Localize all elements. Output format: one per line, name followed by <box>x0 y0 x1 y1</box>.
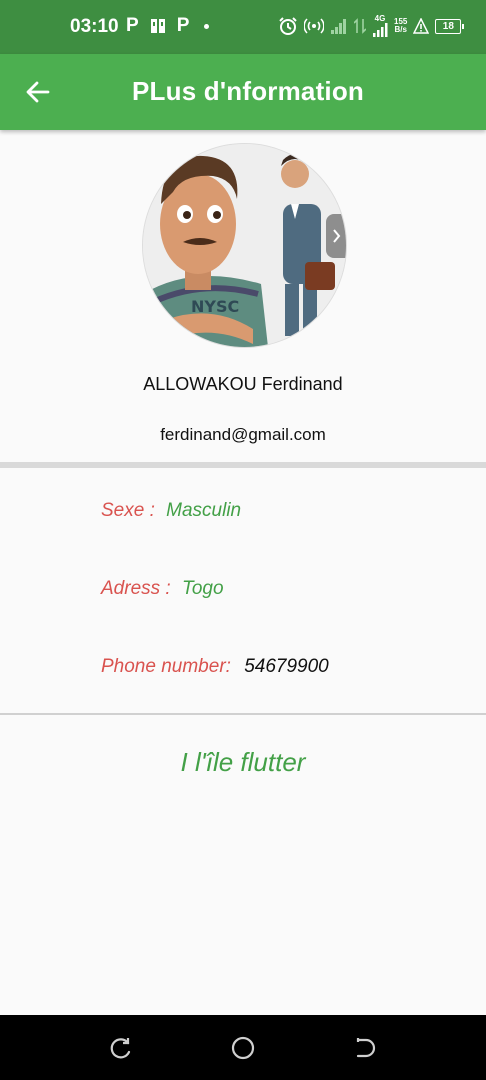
home-icon <box>231 1036 255 1060</box>
sexe-value: Masculin <box>166 500 242 521</box>
sexe-label: Sexe : <box>101 500 155 521</box>
user-name: ALLOWAKOU Ferdinand <box>143 374 343 394</box>
status-bar: 03:10 P P 4G 155 B/s 18 <box>0 0 486 54</box>
info-row-sexe: Sexe : Masculin <box>101 500 241 522</box>
avatar-illustration: NYSC 1960 <box>143 144 346 347</box>
network-speed: 155 B/s <box>394 18 407 34</box>
phone-value: 54679900 <box>244 656 329 677</box>
network-type: 4G <box>372 15 388 37</box>
system-status-icons: 4G 155 B/s 18 <box>278 14 465 38</box>
data-transfer-icon <box>354 18 366 34</box>
signal-4g-icon <box>373 23 388 37</box>
footer-text: I l'île flutter <box>180 747 306 777</box>
nav-back-button[interactable] <box>352 1035 378 1061</box>
adress-label: Adress : <box>101 578 171 599</box>
avatar[interactable]: NYSC 1960 <box>142 143 347 348</box>
signal-icon <box>331 19 346 34</box>
status-time: 03:10 <box>70 16 119 37</box>
notification-icons: P P <box>126 15 210 37</box>
network-speed-unit: B/s <box>394 25 407 34</box>
dot-icon <box>204 23 210 29</box>
warning-icon <box>413 18 430 34</box>
section-divider <box>0 462 486 468</box>
back-icon <box>356 1038 376 1058</box>
home-button[interactable] <box>230 1035 256 1061</box>
p-notification-icon: P <box>126 15 139 36</box>
arrow-left-icon <box>26 81 50 103</box>
back-button[interactable] <box>18 74 58 110</box>
page-title: PLus d'nformation <box>132 76 365 106</box>
avatar-next-button[interactable] <box>326 214 346 258</box>
app-bar: PLus d'nformation <box>0 54 486 130</box>
recents-button[interactable] <box>108 1035 134 1061</box>
user-email: ferdinand@gmail.com <box>160 425 326 444</box>
alarm-icon <box>279 17 297 35</box>
info-row-adress: Adress : Togo <box>101 578 224 600</box>
hotspot-icon <box>304 18 324 34</box>
chevron-right-icon <box>333 229 341 243</box>
p-notification-icon: P <box>176 15 190 36</box>
footer-divider <box>0 713 486 715</box>
pp-icon <box>150 19 165 33</box>
adress-value: Togo <box>181 578 224 599</box>
battery-icon: 18 <box>435 18 465 34</box>
recents-icon <box>110 1038 131 1059</box>
phone-label: Phone number: <box>101 656 231 677</box>
info-row-phone: Phone number: 54679900 <box>101 656 329 678</box>
network-type-label: 4G <box>374 14 386 23</box>
system-nav-bar <box>0 1015 486 1080</box>
svg-text:NYSC: NYSC <box>191 297 239 316</box>
